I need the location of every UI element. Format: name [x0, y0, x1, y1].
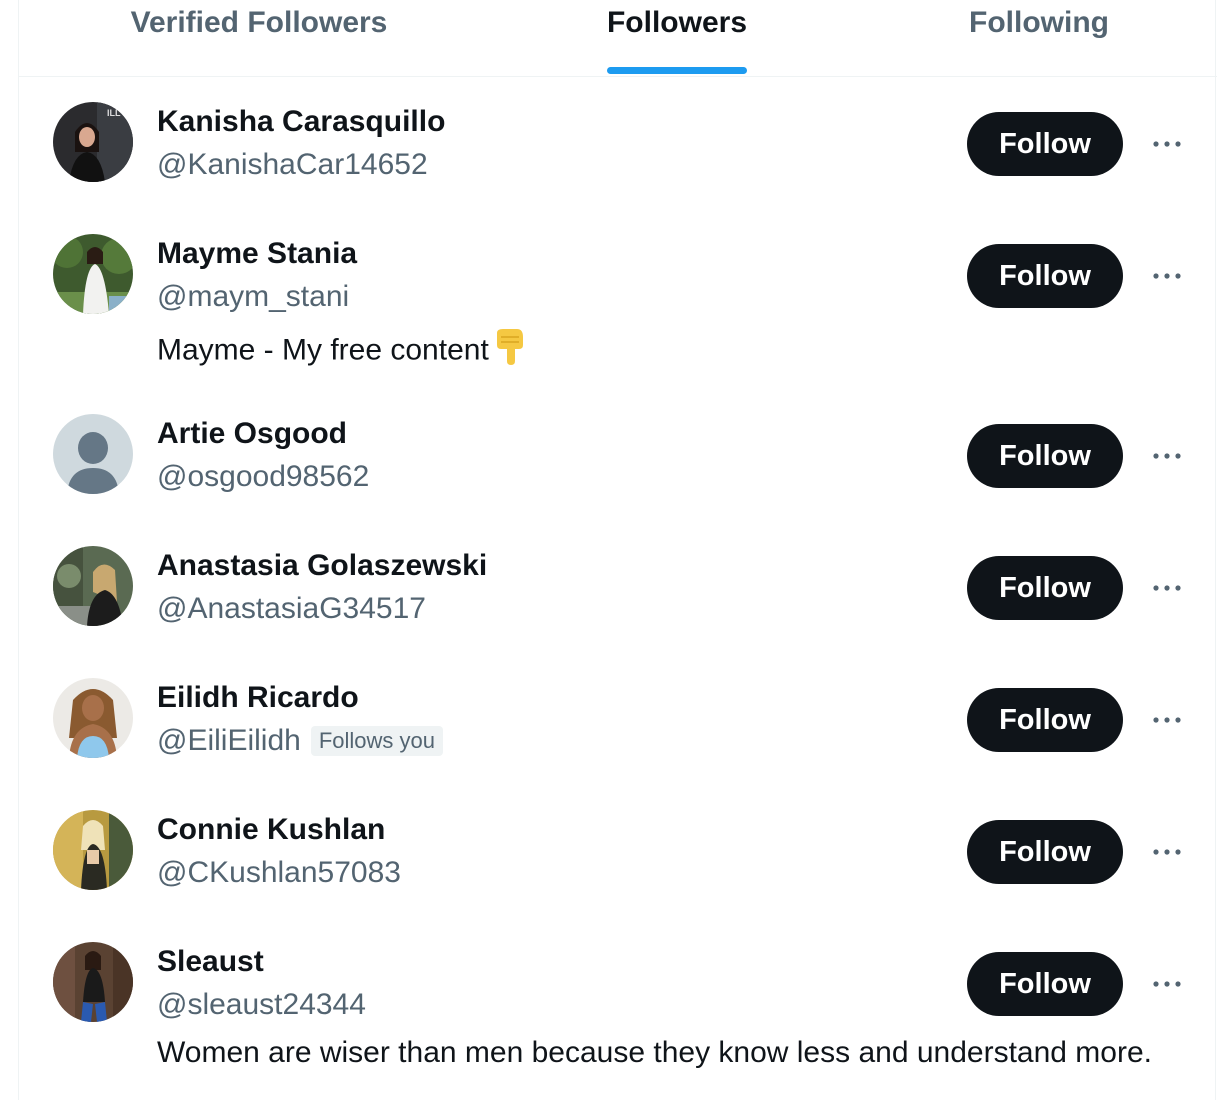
more-horizontal-icon[interactable] — [1147, 964, 1187, 1004]
tab-verified-followers[interactable]: Verified Followers — [79, 0, 439, 76]
user-handle-line: @maym_stani — [157, 279, 349, 315]
user-handle-line: @CKushlan57083 — [157, 855, 401, 891]
active-tab-indicator — [607, 67, 747, 74]
more-horizontal-icon[interactable] — [1147, 568, 1187, 608]
user-row[interactable]: Anastasia Golaszewski @AnastasiaG34517 F… — [19, 544, 1217, 676]
user-bio: Women are wiser than men because they kn… — [157, 1036, 1152, 1069]
user-handle-line: @KanishaCar14652 — [157, 147, 428, 183]
user-handle[interactable]: @osgood98562 — [157, 459, 369, 495]
user-row[interactable]: Eilidh Ricardo @EiliEilidh Follows you F… — [19, 676, 1217, 808]
tab-label: Verified Followers — [130, 6, 388, 39]
bio-text: Mayme - My free content — [157, 333, 489, 367]
tab-label: Following — [969, 6, 1109, 39]
follow-button[interactable]: Follow — [967, 112, 1123, 176]
user-handle[interactable]: @AnastasiaG34517 — [157, 591, 426, 627]
user-row[interactable]: Connie Kushlan @CKushlan57083 Follow — [19, 808, 1217, 940]
user-handle-line: @AnastasiaG34517 — [157, 591, 426, 627]
follow-button[interactable]: Follow — [967, 820, 1123, 884]
user-handle-line: @osgood98562 — [157, 459, 369, 495]
avatar[interactable]: ILL — [53, 102, 133, 182]
user-name[interactable]: Connie Kushlan — [157, 812, 385, 848]
user-name[interactable]: Sleaust — [157, 944, 264, 980]
avatar[interactable] — [53, 234, 133, 314]
follow-button[interactable]: Follow — [967, 952, 1123, 1016]
followers-panel: Verified Followers Followers Following I… — [18, 0, 1217, 1100]
avatar[interactable] — [53, 546, 133, 626]
follow-button[interactable]: Follow — [967, 244, 1123, 308]
tab-following[interactable]: Following — [919, 0, 1159, 76]
avatar[interactable] — [53, 810, 133, 890]
user-name[interactable]: Eilidh Ricardo — [157, 680, 359, 716]
tab-bar: Verified Followers Followers Following — [19, 0, 1217, 77]
more-horizontal-icon[interactable] — [1147, 124, 1187, 164]
more-horizontal-icon[interactable] — [1147, 700, 1187, 740]
follow-button[interactable]: Follow — [967, 556, 1123, 620]
user-handle[interactable]: @CKushlan57083 — [157, 855, 401, 891]
avatar[interactable] — [53, 678, 133, 758]
default-avatar-icon[interactable] — [53, 414, 133, 494]
user-handle[interactable]: @EiliEilidh — [157, 723, 301, 759]
user-row[interactable]: Artie Osgood @osgood98562 Follow — [19, 412, 1217, 544]
more-horizontal-icon[interactable] — [1147, 436, 1187, 476]
user-name[interactable]: Kanisha Carasquillo — [157, 104, 445, 140]
tab-label: Followers — [606, 6, 748, 39]
pointing-down-hand-icon — [493, 327, 527, 376]
user-handle[interactable]: @KanishaCar14652 — [157, 147, 428, 183]
follow-button[interactable]: Follow — [967, 424, 1123, 488]
user-row[interactable]: Sleaust @sleaust24344 Women are wiser th… — [19, 940, 1217, 1100]
user-row[interactable]: Mayme Stania @maym_stani Mayme - My free… — [19, 232, 1217, 412]
user-name[interactable]: Artie Osgood — [157, 416, 347, 452]
user-name[interactable]: Anastasia Golaszewski — [157, 548, 487, 584]
user-handle-line: @EiliEilidh Follows you — [157, 723, 443, 759]
user-handle[interactable]: @sleaust24344 — [157, 987, 366, 1023]
more-horizontal-icon[interactable] — [1147, 832, 1187, 872]
user-name[interactable]: Mayme Stania — [157, 236, 357, 272]
user-row[interactable]: ILL Kanisha Carasquillo @KanishaCar14652… — [19, 100, 1217, 232]
follow-button[interactable]: Follow — [967, 688, 1123, 752]
more-horizontal-icon[interactable] — [1147, 256, 1187, 296]
user-bio: Mayme - My free content — [157, 327, 527, 376]
avatar[interactable] — [53, 942, 133, 1022]
user-handle[interactable]: @maym_stani — [157, 279, 349, 315]
svg-text:ILL: ILL — [107, 108, 121, 118]
user-handle-line: @sleaust24344 — [157, 987, 366, 1023]
follows-you-badge: Follows you — [310, 726, 443, 756]
tab-followers[interactable]: Followers — [607, 0, 747, 76]
